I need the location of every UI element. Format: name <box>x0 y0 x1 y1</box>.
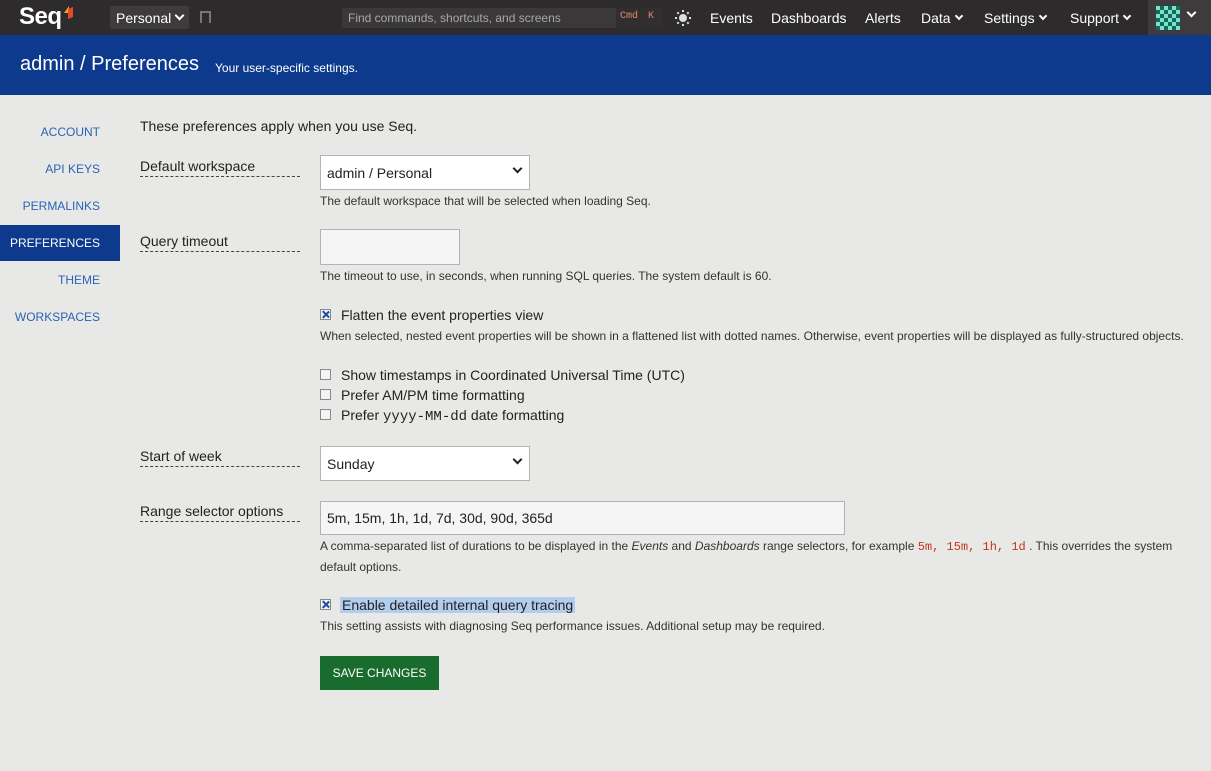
page-header: admin / Preferences Your user-specific s… <box>0 35 1211 95</box>
sidebar-item-theme[interactable]: Theme <box>0 262 120 298</box>
nav-data-label: Data <box>921 9 951 26</box>
command-search[interactable]: Cmd K <box>342 8 662 28</box>
chevron-down-icon <box>1186 7 1197 18</box>
date-format-label[interactable]: Prefer yyyy-MM-dd date formatting <box>341 407 564 425</box>
sidebar-item-account[interactable]: Account <box>0 114 120 150</box>
nav-dashboards-label: Dashboards <box>771 9 847 26</box>
range-selector-help: A comma-separated list of durations to b… <box>320 536 1190 577</box>
query-timeout-help: The timeout to use, in seconds, when run… <box>320 269 772 283</box>
flatten-help: When selected, nested event properties w… <box>320 329 1184 343</box>
sidebar-item-preferences[interactable]: Preferences <box>0 225 120 261</box>
sidebar-item-workspaces[interactable]: Workspaces <box>0 299 120 335</box>
nav-alerts[interactable]: Alerts <box>865 0 901 35</box>
workspace-name: Personal <box>116 9 172 26</box>
tracing-help: This setting assists with diagnosing Seq… <box>320 619 825 633</box>
intro-text: These preferences apply when you use Seq… <box>140 118 418 134</box>
sidebar-item-permalinks[interactable]: Permalinks <box>0 188 120 224</box>
range-help-example: 5m, 15m, 1h, 1d <box>917 540 1026 554</box>
date-format-checkbox[interactable] <box>320 409 331 420</box>
page-title: admin / Preferences <box>20 53 199 75</box>
sidebar-item-api-keys[interactable]: API Keys <box>0 151 120 187</box>
range-selector-input[interactable] <box>320 501 845 535</box>
seq-logo-icon <box>63 6 74 20</box>
nav-support-label: Support <box>1070 9 1120 26</box>
nav-events[interactable]: Events <box>710 0 753 35</box>
query-timeout-input[interactable] <box>320 229 460 265</box>
range-help-dashboards: Dashboards <box>694 539 760 553</box>
shortcut-key-k: K <box>648 11 655 22</box>
utc-checkbox[interactable] <box>320 369 331 380</box>
default-workspace-select[interactable]: admin / Personal <box>320 155 530 190</box>
chevron-down-icon <box>512 163 523 174</box>
page-subtitle: Your user-specific settings. <box>215 61 358 75</box>
default-workspace-label: Default workspace <box>140 158 300 177</box>
range-help-events: Events <box>631 539 669 553</box>
chevron-down-icon <box>512 454 523 465</box>
start-of-week-value: Sunday <box>327 455 375 472</box>
save-button[interactable]: Save Changes <box>320 656 439 690</box>
nav-alerts-label: Alerts <box>865 9 901 26</box>
start-of-week-select[interactable]: Sunday <box>320 446 530 481</box>
theme-toggle-icon[interactable] <box>675 10 691 26</box>
search-input[interactable] <box>342 8 612 28</box>
shortcut-key-cmd: Cmd <box>620 11 639 22</box>
range-help-text-2: range selectors, for example <box>759 539 918 553</box>
query-timeout-label: Query timeout <box>140 233 300 252</box>
chevron-down-icon <box>1122 11 1132 20</box>
range-help-text-1: A comma-separated list of durations to b… <box>320 539 632 553</box>
nav-settings[interactable]: Settings <box>984 0 1047 35</box>
date-format-prefix: Prefer <box>341 407 384 423</box>
ampm-checkbox[interactable] <box>320 389 331 400</box>
range-selector-label: Range selector options <box>140 503 300 522</box>
ampm-label[interactable]: Prefer AM/PM time formatting <box>341 387 525 403</box>
tracing-label[interactable]: Enable detailed internal query tracing <box>340 597 576 613</box>
utc-label[interactable]: Show timestamps in Coordinated Universal… <box>341 367 685 383</box>
avatar <box>1156 6 1180 30</box>
nav-data[interactable]: Data <box>921 0 963 35</box>
range-help-and: and <box>668 539 695 553</box>
chevron-down-icon <box>174 10 185 21</box>
logo-text: Seq <box>19 3 62 30</box>
nav-settings-label: Settings <box>984 9 1035 26</box>
nav-events-label: Events <box>710 9 753 26</box>
bookmark-icon[interactable] <box>200 11 211 24</box>
tracing-checkbox[interactable] <box>320 599 331 610</box>
nav-dashboards[interactable]: Dashboards <box>771 0 847 35</box>
chevron-down-icon <box>1038 11 1047 20</box>
flatten-checkbox[interactable] <box>320 309 331 320</box>
nav-support[interactable]: Support <box>1070 0 1132 35</box>
default-workspace-value: admin / Personal <box>327 164 433 181</box>
default-workspace-help: The default workspace that will be selec… <box>320 194 651 208</box>
start-of-week-label: Start of week <box>140 448 300 467</box>
user-menu[interactable] <box>1148 0 1211 35</box>
top-bar: Seq Personal Cmd K Events Dashboards Ale… <box>0 0 1211 35</box>
date-format-code: yyyy-MM-dd <box>383 409 468 425</box>
seq-logo[interactable]: Seq <box>19 3 74 31</box>
workspace-selector[interactable]: Personal <box>110 6 190 29</box>
date-format-suffix: date formatting <box>467 407 565 423</box>
chevron-down-icon <box>954 11 963 20</box>
flatten-label[interactable]: Flatten the event properties view <box>341 307 543 323</box>
